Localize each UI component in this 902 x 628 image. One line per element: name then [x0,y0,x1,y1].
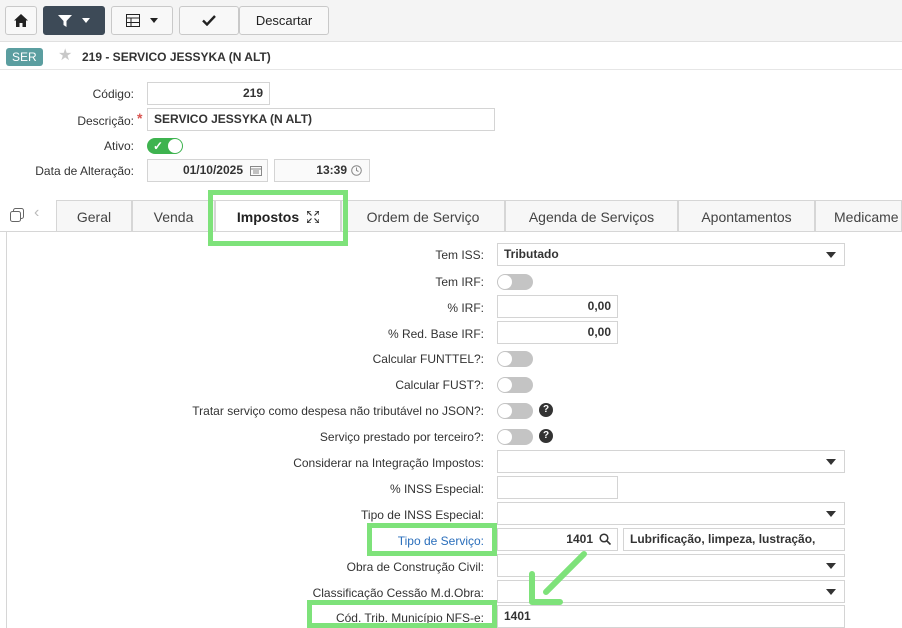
tab-geral[interactable]: Geral [56,200,132,232]
prestado-terceiro-toggle[interactable] [497,429,533,445]
expand-icon[interactable] [307,210,320,223]
chevron-down-icon [826,459,836,465]
required-marker: * [137,110,143,126]
codigo-label: Código: [92,87,134,101]
tab-bar: ‹ Geral Venda Impostos Ordem de Serviço … [0,198,902,232]
grid-icon [126,14,140,27]
record-header: SER ★ 219 - SERVICO JESSYKA (N ALT) [0,44,902,70]
calendar-icon[interactable] [250,165,262,176]
descricao-field[interactable]: SERVICO JESSYKA (N ALT) [147,108,495,131]
toolbar: Descartar [0,0,902,42]
tab-apontamentos[interactable]: Apontamentos [678,200,815,232]
tipo-servico-link[interactable]: Tipo de Serviço: [0,534,484,548]
tem-irf-toggle[interactable] [497,274,533,290]
tipo-servico-desc-field: Lubrificação, limpeza, lustração, [623,528,845,551]
tab-ordem-servico[interactable]: Ordem de Serviço [341,200,505,232]
tem-irf-label: Tem IRF: [435,275,484,289]
tipo-inss-especial-label: Tipo de INSS Especial: [361,508,484,522]
copy-icon[interactable] [10,208,24,222]
tratar-despesa-label: Tratar serviço como despesa não tributáv… [192,404,484,418]
fust-label: Calcular FUST?: [395,378,484,392]
tab-impostos[interactable]: Impostos [215,200,341,232]
chevron-left-icon[interactable]: ‹ [34,204,39,222]
funttel-toggle[interactable] [497,351,533,367]
clock-icon[interactable] [351,165,362,176]
inss-especial-field[interactable] [497,476,618,499]
obra-construcao-label: Obra de Construção Civil: [346,560,484,574]
funttel-label: Calcular FUNTTEL?: [372,352,484,366]
discard-button[interactable]: Descartar [239,6,329,35]
descricao-label: Descrição: [77,114,134,128]
chevron-down-icon [826,589,836,595]
tab-medicamentos[interactable]: Medicame [815,200,902,232]
tratar-despesa-toggle[interactable] [497,403,533,419]
cod-trib-municipio-field[interactable]: 1401 [497,605,845,628]
help-icon[interactable]: ? [539,403,553,417]
home-button[interactable] [5,6,37,35]
save-button[interactable] [179,6,239,35]
inss-especial-label: % INSS Especial: [389,482,484,496]
help-icon[interactable]: ? [539,429,553,443]
grid-view-button[interactable] [111,6,173,35]
cessao-mao-obra-label: Classificação Cessão M.d.Obra: [312,586,484,600]
tem-iss-select[interactable]: Tributado [497,243,845,266]
home-icon [14,14,28,27]
tem-iss-label: Tem ISS: [435,248,484,262]
check-icon: ✓ [153,139,164,153]
arrow-annotation-icon [529,551,587,605]
chevron-down-icon [826,252,836,258]
filter-button[interactable] [43,6,105,35]
red-base-irf-label: % Red. Base IRF: [387,327,484,341]
tab-venda[interactable]: Venda [132,200,215,232]
tipo-inss-especial-select[interactable] [497,502,845,525]
data-alteracao-label: Data de Alteração: [35,164,134,178]
check-icon [202,15,216,26]
entity-badge: SER [6,48,43,66]
page-title: 219 - SERVICO JESSYKA (N ALT) [82,50,271,64]
chevron-down-icon [150,18,158,23]
prestado-terceiro-label: Serviço prestado por terceiro?: [319,430,484,444]
considerar-integracao-select[interactable] [497,450,845,473]
considerar-integracao-label: Considerar na Integração Impostos: [293,456,484,470]
chevron-down-icon [82,18,90,23]
red-base-irf-field[interactable]: 0,00 [497,321,618,344]
codigo-field[interactable]: 219 [147,82,270,105]
tab-divider [0,231,902,232]
ativo-toggle[interactable]: ✓ [147,138,183,154]
chevron-down-icon [826,511,836,517]
pct-irf-label: % IRF: [447,301,484,315]
ativo-label: Ativo: [103,139,134,153]
filter-icon [58,14,72,27]
pct-irf-field[interactable]: 0,00 [497,295,618,318]
cod-trib-municipio-label: Cód. Trib. Município NFS-e: [335,611,484,625]
fust-toggle[interactable] [497,377,533,393]
search-icon[interactable] [599,533,611,545]
tab-agenda-servicos[interactable]: Agenda de Serviços [505,200,678,232]
favorite-star-icon[interactable]: ★ [58,47,72,65]
chevron-down-icon [826,563,836,569]
